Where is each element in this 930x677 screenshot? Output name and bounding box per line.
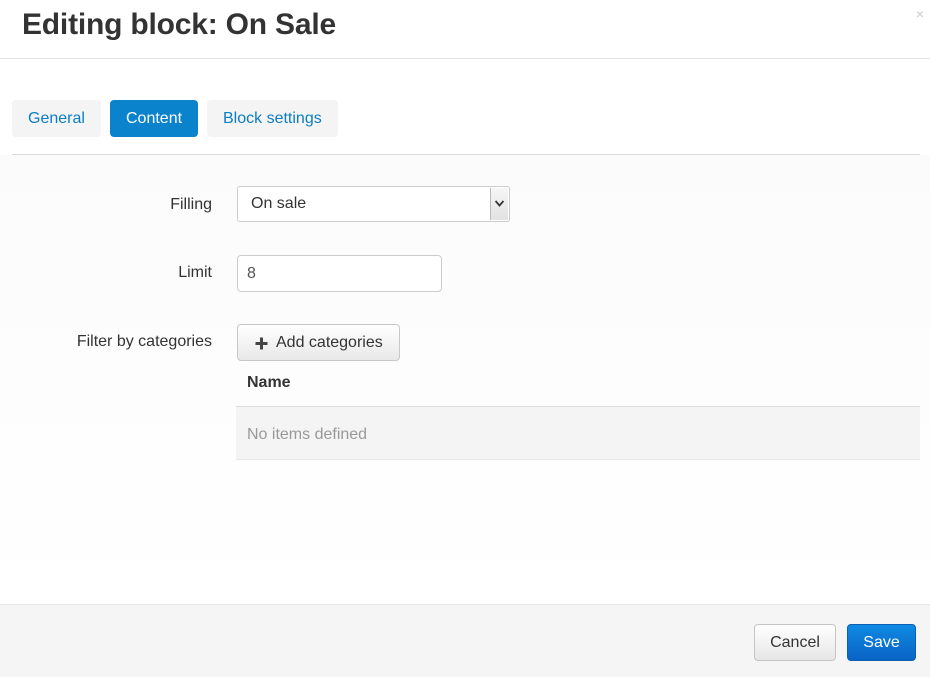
- plus-icon: [255, 337, 268, 355]
- table-header: Name: [236, 363, 920, 407]
- tab-content[interactable]: Content: [110, 100, 199, 137]
- empty-message: No items defined: [247, 426, 368, 443]
- limit-input-value: 8: [247, 265, 256, 282]
- modal-header: Editing block: On Sale ×: [0, 0, 930, 59]
- table-row: No items defined: [236, 407, 920, 460]
- limit-label: Limit: [178, 264, 212, 281]
- page-title: Editing block: On Sale: [22, 8, 336, 41]
- close-icon[interactable]: ×: [916, 6, 924, 22]
- limit-input[interactable]: 8: [237, 255, 442, 292]
- cancel-button[interactable]: Cancel: [754, 624, 836, 661]
- tab-block-settings[interactable]: Block settings: [207, 100, 338, 137]
- filling-select[interactable]: On sale: [237, 186, 510, 222]
- filling-label: Filling: [170, 196, 212, 213]
- tab-bar: General Content Block settings: [12, 100, 920, 155]
- save-button[interactable]: Save: [847, 624, 916, 661]
- add-categories-label: Add categories: [276, 334, 383, 351]
- modal-body: General Content Block settings Filling O…: [0, 59, 930, 604]
- filling-select-value: On sale: [251, 195, 307, 212]
- tab-general[interactable]: General: [12, 100, 101, 137]
- chevron-down-icon: [490, 188, 508, 220]
- column-header-name: Name: [247, 374, 291, 391]
- add-categories-button[interactable]: Add categories: [237, 324, 400, 361]
- modal-footer: Cancel Save: [0, 604, 930, 677]
- filter-categories-label: Filter by categories: [76, 333, 212, 350]
